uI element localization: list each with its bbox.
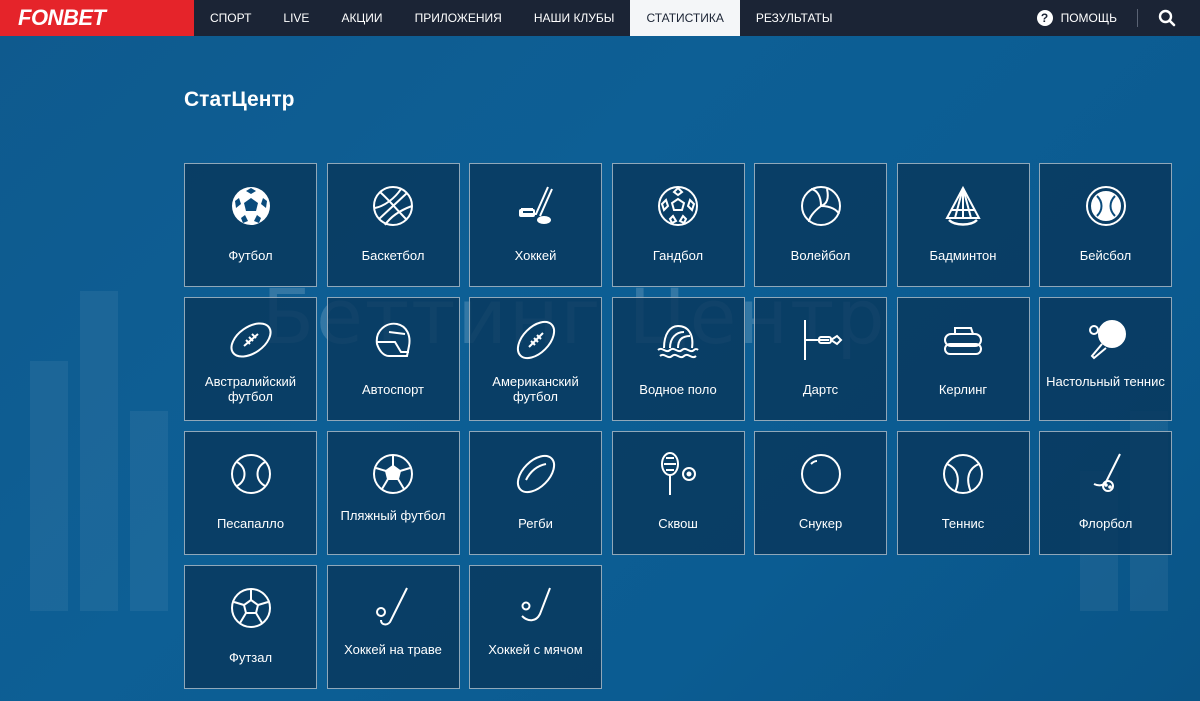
sport-tile-squash[interactable]: Сквош bbox=[611, 431, 745, 555]
rugby-ball-icon bbox=[516, 454, 555, 494]
soccer-ball-icon bbox=[231, 187, 270, 225]
sport-tile-football[interactable]: Футбол bbox=[184, 163, 317, 287]
sport-tile-basketball[interactable]: Баскетбол bbox=[326, 163, 460, 287]
american-football-icon bbox=[516, 320, 555, 360]
sport-tile-futsal[interactable]: Футзал bbox=[184, 565, 317, 689]
search-button[interactable] bbox=[1158, 9, 1176, 27]
basketball-icon bbox=[373, 186, 413, 226]
sport-label: Хоккей bbox=[514, 248, 557, 263]
bandy-icon bbox=[520, 587, 551, 622]
squash-racket-icon bbox=[661, 452, 696, 495]
shuttlecock-icon bbox=[945, 185, 981, 226]
header-actions: ? ПОМОЩЬ bbox=[1036, 0, 1200, 36]
sport-tile-pesapallo[interactable]: Песапалло bbox=[184, 431, 317, 555]
sport-tile-bandy[interactable]: Хоккей с мячом bbox=[469, 565, 602, 689]
sport-label: Футбол bbox=[228, 248, 273, 263]
sport-label: Регби bbox=[518, 516, 553, 531]
beach-soccer-icon bbox=[373, 454, 413, 494]
sport-tile-curling[interactable]: Керлинг bbox=[896, 297, 1030, 421]
sport-label: Теннис bbox=[941, 516, 985, 531]
nav-statistics[interactable]: СТАТИСТИКА bbox=[630, 0, 740, 36]
sport-tile-badminton[interactable]: Бадминтон bbox=[896, 163, 1030, 287]
sport-label: Американский футбол bbox=[492, 374, 579, 404]
sport-label: Хоккей с мячом bbox=[488, 642, 583, 657]
sport-tile-volleyball[interactable]: Волейбол bbox=[754, 163, 887, 287]
futsal-ball-icon bbox=[230, 588, 271, 628]
sport-tile-american-football[interactable]: Американский футбол bbox=[469, 297, 602, 421]
sport-label: Снукер bbox=[798, 516, 843, 531]
dart-icon bbox=[803, 320, 842, 360]
nav-our-clubs[interactable]: НАШИ КЛУБЫ bbox=[518, 0, 631, 36]
sport-tile-snooker[interactable]: Снукер bbox=[754, 431, 887, 555]
volleyball-icon bbox=[800, 186, 841, 226]
sport-label: Футзал bbox=[228, 650, 273, 665]
handball-icon bbox=[658, 186, 698, 226]
main-nav: СПОРТ LIVE АКЦИИ ПРИЛОЖЕНИЯ НАШИ КЛУБЫ С… bbox=[194, 0, 848, 36]
search-icon bbox=[1158, 9, 1176, 27]
pesapallo-ball-icon bbox=[230, 454, 271, 494]
floorball-icon bbox=[1093, 453, 1121, 492]
sport-tile-handball[interactable]: Гандбол bbox=[611, 163, 745, 287]
baseball-icon bbox=[1085, 186, 1126, 226]
help-link[interactable]: ? ПОМОЩЬ bbox=[1036, 10, 1117, 26]
sport-tile-beach-soccer[interactable]: Пляжный футбол bbox=[326, 431, 460, 555]
sport-label: Хоккей на траве bbox=[344, 642, 442, 657]
sport-label: Керлинг bbox=[938, 382, 988, 397]
sport-tile-field-hockey[interactable]: Хоккей на траве bbox=[326, 565, 460, 689]
sport-label: Водное поло bbox=[639, 382, 717, 397]
field-hockey-icon bbox=[376, 587, 408, 626]
page-title: СтатЦентр bbox=[184, 88, 295, 111]
helmet-icon bbox=[375, 322, 411, 357]
top-navigation-bar: FONBET СПОРТ LIVE АКЦИИ ПРИЛОЖЕНИЯ НАШИ … bbox=[0, 0, 1200, 36]
sport-tile-rugby[interactable]: Регби bbox=[469, 431, 602, 555]
sport-tile-darts[interactable]: Дартс bbox=[754, 297, 887, 421]
help-label: ПОМОЩЬ bbox=[1060, 11, 1117, 25]
curling-stone-icon bbox=[944, 327, 982, 355]
nav-apps[interactable]: ПРИЛОЖЕНИЯ bbox=[399, 0, 518, 36]
sport-label: Пляжный футбол bbox=[340, 508, 446, 523]
fonbet-logo[interactable]: FONBET bbox=[0, 0, 194, 36]
sport-tile-motorsport[interactable]: Автоспорт bbox=[326, 297, 460, 421]
water-polo-icon bbox=[657, 324, 699, 359]
nav-results[interactable]: РЕЗУЛЬТАТЫ bbox=[740, 0, 849, 36]
nav-sport[interactable]: СПОРТ bbox=[194, 0, 267, 36]
sport-label: Баскетбол bbox=[361, 248, 425, 263]
sport-tile-table-tennis[interactable]: Настольный теннис bbox=[1039, 297, 1172, 421]
sport-tile-water-polo[interactable]: Водное поло bbox=[611, 297, 745, 421]
sport-tile-baseball[interactable]: Бейсбол bbox=[1039, 163, 1172, 287]
aussie-football-icon bbox=[229, 322, 272, 358]
sport-tile-floorball[interactable]: Флорбол bbox=[1039, 431, 1172, 555]
sport-tile-tennis[interactable]: Теннис bbox=[896, 431, 1030, 555]
sport-label: Бадминтон bbox=[929, 248, 997, 263]
sports-grid: Футбол Баскетбол Хоккей Гандбол Волейбол… bbox=[184, 163, 1172, 689]
header-divider bbox=[1137, 9, 1138, 27]
hockey-stick-icon bbox=[518, 186, 553, 224]
nav-promotions[interactable]: АКЦИИ bbox=[325, 0, 398, 36]
sport-label: Флорбол bbox=[1078, 516, 1133, 531]
ping-pong-icon bbox=[1088, 320, 1126, 360]
sport-label: Настольный теннис bbox=[1046, 374, 1165, 389]
sport-tile-hockey[interactable]: Хоккей bbox=[469, 163, 602, 287]
sport-label: Волейбол bbox=[790, 248, 851, 263]
nav-live[interactable]: LIVE bbox=[267, 0, 325, 36]
tennis-ball-icon bbox=[943, 454, 983, 494]
sport-label: Песапалло bbox=[216, 516, 285, 531]
sport-label: Дартс bbox=[802, 382, 839, 397]
sport-tile-aussie-rules[interactable]: Австралийский футбол bbox=[184, 297, 317, 421]
sport-label: Австралийский футбол bbox=[204, 374, 297, 404]
snooker-ball-icon bbox=[800, 454, 841, 494]
question-icon: ? bbox=[1036, 10, 1053, 26]
sport-label: Сквош bbox=[658, 516, 698, 531]
sport-label: Автоспорт bbox=[362, 382, 424, 397]
sport-label: Бейсбол bbox=[1079, 248, 1132, 263]
sport-label: Гандбол bbox=[652, 248, 704, 263]
